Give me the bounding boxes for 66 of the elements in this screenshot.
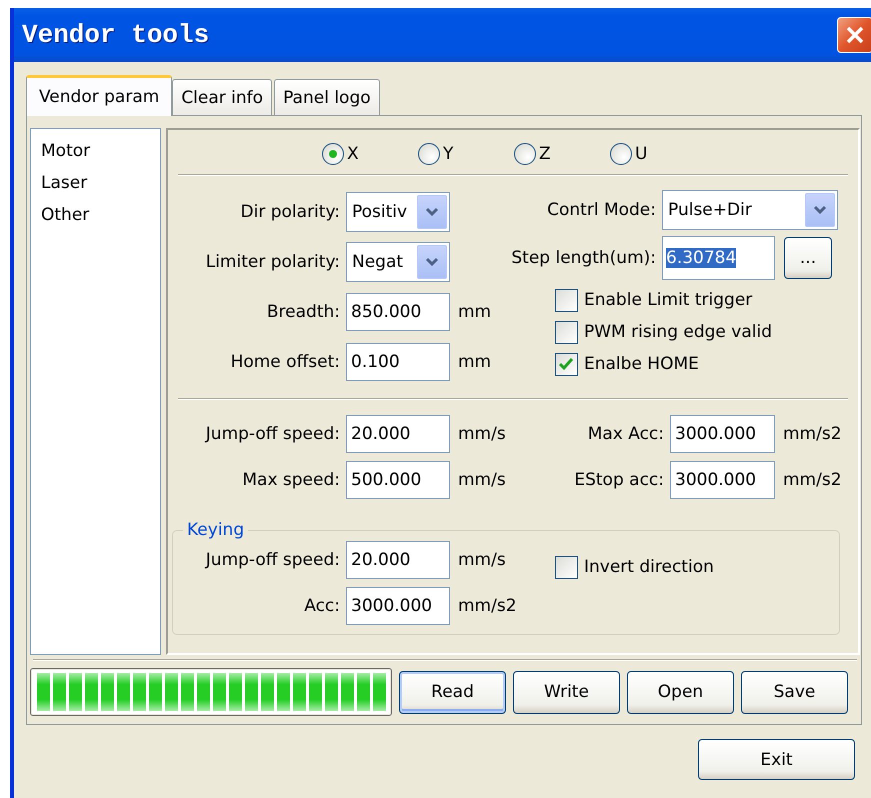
group-title: Keying — [186, 520, 246, 540]
field-label: Jump-off speed: — [204, 424, 340, 444]
tab[interactable]: Panel logo — [274, 79, 380, 115]
radio-button[interactable] — [418, 143, 440, 165]
action-button[interactable]: Read — [399, 670, 506, 714]
tab[interactable]: Clear info — [172, 79, 272, 115]
check-icon — [559, 358, 574, 370]
field-label: Acc: — [303, 596, 340, 616]
text-field[interactable]: 3000.000 — [670, 461, 775, 499]
radio-label: Z — [539, 144, 551, 164]
unit-label: mm/s — [457, 550, 506, 570]
unit-label: mm/s2 — [457, 596, 517, 616]
checkbox[interactable] — [555, 352, 578, 376]
list-item[interactable]: Motor — [31, 135, 160, 167]
tab[interactable]: Vendor param — [26, 75, 172, 116]
browse-button[interactable]: ... — [784, 237, 832, 279]
checkbox[interactable] — [555, 288, 578, 312]
close-icon — [844, 24, 866, 46]
action-button[interactable]: Write — [513, 670, 620, 714]
unit-label: mm/s2 — [782, 424, 843, 444]
chevron-down-icon — [425, 257, 439, 267]
list-item[interactable]: Laser — [31, 167, 160, 199]
field-label: Home offset: — [230, 352, 340, 372]
field-label: Breadth: — [266, 302, 340, 322]
text-field[interactable]: 6.30784 — [662, 236, 775, 280]
unit-label: mm — [457, 302, 492, 322]
radio-label: X — [347, 144, 359, 164]
dropdown[interactable]: Positiv — [346, 192, 450, 232]
text-field[interactable]: 500.000 — [346, 461, 450, 499]
field-label: Step length(um): — [510, 248, 656, 268]
text-field[interactable]: 20.000 — [346, 541, 450, 579]
checkbox[interactable] — [555, 320, 578, 344]
radio-button[interactable] — [514, 143, 536, 165]
list-item[interactable]: Other — [31, 199, 160, 231]
text-field[interactable]: 0.100 — [346, 343, 450, 381]
close-button[interactable] — [837, 17, 871, 53]
unit-label: mm/s2 — [782, 470, 843, 490]
window-title: Vendor tools — [22, 20, 210, 50]
radio-label: Y — [443, 144, 454, 164]
radio-label: U — [635, 144, 648, 164]
field-label: Max speed: — [241, 470, 340, 490]
checkbox-label: Enalbe HOME — [584, 354, 699, 374]
field-label: Dir polarity: — [240, 202, 340, 222]
action-button[interactable]: Open — [627, 670, 734, 714]
checkbox-label: Invert direction — [584, 557, 714, 577]
radio-button[interactable] — [610, 143, 632, 165]
unit-label: mm — [457, 352, 492, 372]
checkbox-label: Enable Limit trigger — [584, 290, 752, 310]
radio-button[interactable] — [322, 143, 344, 165]
action-button[interactable]: Save — [741, 670, 848, 714]
text-field[interactable]: 20.000 — [346, 415, 450, 453]
chevron-down-icon — [425, 207, 439, 217]
field-label: Jump-off speed: — [204, 550, 340, 570]
exit-button[interactable]: Exit — [698, 739, 855, 780]
text-field[interactable]: 3000.000 — [346, 587, 450, 625]
text-field[interactable]: 850.000 — [346, 293, 450, 331]
text-field[interactable]: 3000.000 — [670, 415, 775, 453]
field-label: Limiter polarity: — [204, 252, 340, 272]
dropdown[interactable]: Negat — [346, 242, 450, 282]
unit-label: mm/s — [457, 470, 506, 490]
field-label: Contrl Mode: — [546, 200, 656, 220]
unit-label: mm/s — [457, 424, 506, 444]
chevron-down-icon — [813, 205, 827, 215]
checkbox[interactable] — [555, 556, 578, 578]
dropdown[interactable]: Pulse+Dir — [662, 190, 838, 230]
checkbox-label: PWM rising edge valid — [584, 322, 772, 342]
